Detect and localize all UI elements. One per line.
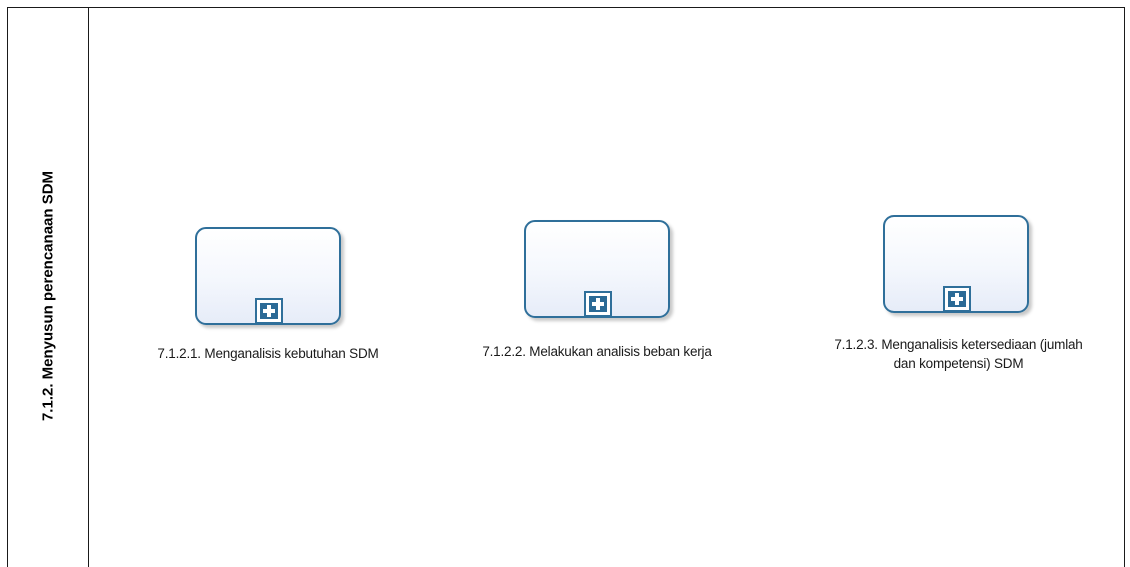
expand-plus-icon[interactable]	[255, 298, 283, 324]
subprocess-task-3-label: 7.1.2.3. Menganalisis ketersediaan (juml…	[834, 337, 1083, 371]
subprocess-task-2[interactable]	[524, 220, 670, 318]
pool-header[interactable]: 7.1.2. Menyusun perencanaan SDM	[8, 8, 89, 567]
expand-plus-icon[interactable]	[584, 291, 612, 317]
pool-title: 7.1.2. Menyusun perencanaan SDM	[39, 170, 57, 422]
subprocess-task-3[interactable]	[883, 215, 1029, 313]
expand-plus-icon[interactable]	[943, 286, 971, 312]
subprocess-task-1-label: 7.1.2.1. Menganalisis kebutuhan SDM	[157, 346, 379, 361]
diagram-canvas: 7.1.2. Menyusun perencanaan SDM 7.1.2.1.…	[0, 0, 1130, 567]
subprocess-task-1[interactable]	[195, 227, 341, 325]
subprocess-task-2-label: 7.1.2.2. Melakukan analisis beban kerja	[482, 344, 712, 359]
